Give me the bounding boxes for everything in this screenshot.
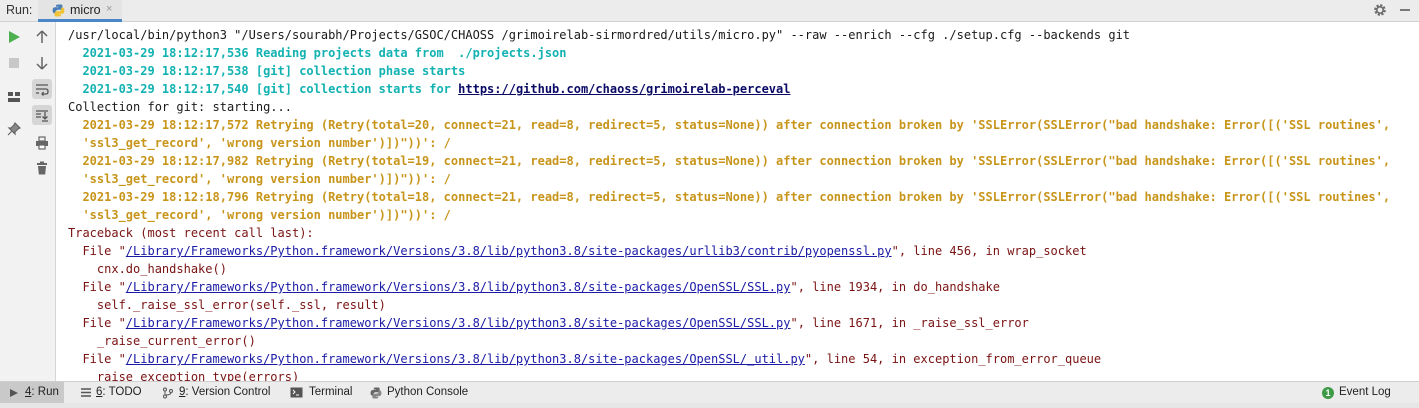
scroll-to-end-button[interactable] — [32, 105, 52, 125]
console-text: raise exception_type(errors) — [68, 370, 300, 381]
console-line: self._raise_ssl_error(self._ssl, result) — [68, 296, 386, 314]
tab-run-label: : Run — [31, 386, 59, 398]
event-log-button[interactable]: 1 Event Log — [1322, 382, 1391, 403]
console-text: File " — [68, 316, 126, 330]
tab-label: micro — [70, 3, 101, 17]
file-link[interactable]: /Library/Frameworks/Python.framework/Ver… — [126, 316, 791, 330]
console-text: cnx.do_handshake() — [68, 262, 227, 276]
console-line: File "/Library/Frameworks/Python.framewo… — [68, 350, 1101, 368]
console-line: 'ssl3_get_record', 'wrong version number… — [68, 134, 451, 152]
arrow-down-icon — [36, 57, 48, 70]
tab-run[interactable]: 4: Run — [0, 382, 64, 403]
list-icon — [81, 388, 91, 397]
console-text: 2021-03-29 18:12:17,982 Retrying (Retry(… — [68, 154, 1391, 168]
file-link[interactable]: https://github.com/chaoss/grimoirelab-pe… — [458, 82, 790, 96]
console-line: File "/Library/Frameworks/Python.framewo… — [68, 278, 1000, 296]
console-text: ", line 456, in wrap_socket — [891, 244, 1087, 258]
run-tool-window-header: Run: micro × — [0, 0, 1419, 22]
branch-icon — [163, 387, 173, 398]
console-text: Collection for git: starting... — [68, 100, 292, 114]
tab-terminal[interactable]: Terminal — [290, 382, 352, 403]
console-text: File " — [68, 280, 126, 294]
close-icon[interactable]: × — [106, 3, 112, 15]
clear-button[interactable] — [32, 158, 52, 178]
file-link[interactable]: /Library/Frameworks/Python.framework/Ver… — [126, 352, 805, 366]
status-bar — [0, 403, 1419, 408]
console-line: raise exception_type(errors) — [68, 368, 299, 381]
console-text: ", line 1934, in do_handshake — [790, 280, 1000, 294]
console-line: 2021-03-29 18:12:17,572 Retrying (Retry(… — [68, 116, 1390, 134]
tab-micro[interactable]: micro × — [38, 0, 122, 22]
console-line: /usr/local/bin/python3 "/Users/sourabh/P… — [68, 26, 1130, 44]
stop-icon — [9, 58, 19, 68]
console-text: 'ssl3_get_record', 'wrong version number… — [68, 172, 451, 186]
console-text: 2021-03-29 18:12:17,538 [git] collection… — [68, 64, 466, 78]
console-line: 'ssl3_get_record', 'wrong version number… — [68, 206, 451, 224]
python-console-icon — [370, 386, 382, 399]
pin-button[interactable] — [4, 119, 24, 139]
run-toolbar — [0, 22, 56, 381]
stop-button[interactable] — [4, 53, 24, 73]
python-icon — [52, 4, 65, 17]
console-text: Traceback (most recent call last): — [68, 226, 314, 240]
rerun-button[interactable] — [4, 27, 24, 47]
layout-button[interactable] — [4, 87, 24, 107]
console-line: cnx.do_handshake() — [68, 260, 227, 278]
event-log-badge: 1 — [1322, 386, 1334, 399]
tool-window-bar: 4: Run 6: TODO 9: Version Control Termin… — [0, 381, 1419, 403]
scroll-up-button[interactable] — [32, 27, 52, 47]
minimize-icon[interactable] — [1398, 2, 1412, 18]
soft-wrap-icon — [36, 84, 49, 96]
soft-wrap-button[interactable] — [32, 79, 52, 99]
print-button[interactable] — [32, 133, 52, 153]
console-line: Collection for git: starting... — [68, 98, 292, 116]
console-line: File "/Library/Frameworks/Python.framewo… — [68, 314, 1029, 332]
console-line: 2021-03-29 18:12:18,796 Retrying (Retry(… — [68, 188, 1390, 206]
console-text: File " — [68, 244, 126, 258]
tab-version-control[interactable]: 9: Version Control — [162, 382, 270, 403]
terminal-icon — [290, 387, 303, 398]
file-link[interactable]: /Library/Frameworks/Python.framework/Ver… — [126, 244, 892, 258]
console-text: 2021-03-29 18:12:17,540 [git] collection… — [68, 82, 459, 96]
console-text: ", line 1671, in _raise_ssl_error — [790, 316, 1029, 330]
console-text: _raise_current_error() — [68, 334, 256, 348]
console-text: self._raise_ssl_error(self._ssl, result) — [68, 298, 386, 312]
console-line: Traceback (most recent call last): — [68, 224, 314, 242]
console-output[interactable]: /usr/local/bin/python3 "/Users/sourabh/P… — [57, 23, 1419, 381]
gear-icon[interactable] — [1372, 2, 1388, 18]
console-text: File " — [68, 352, 126, 366]
console-line: File "/Library/Frameworks/Python.framewo… — [68, 242, 1087, 260]
console-text: 2021-03-29 18:12:18,796 Retrying (Retry(… — [68, 190, 1391, 204]
console-line: 2021-03-29 18:12:17,982 Retrying (Retry(… — [68, 152, 1390, 170]
scroll-to-end-icon — [36, 110, 48, 122]
console-text: /usr/local/bin/python3 "/Users/sourabh/P… — [68, 28, 1131, 42]
print-icon — [36, 136, 48, 150]
console-text: ", line 54, in exception_from_error_queu… — [804, 352, 1102, 366]
run-label: Run: — [6, 3, 33, 17]
tab-vc-label: : Version Control — [185, 386, 271, 398]
event-log-label: Event Log — [1339, 386, 1391, 398]
tab-todo-label: : TODO — [102, 386, 142, 398]
play-icon — [10, 388, 18, 397]
arrow-up-icon — [36, 30, 48, 43]
tab-terminal-label: Terminal — [309, 386, 353, 398]
scroll-down-button[interactable] — [32, 53, 52, 73]
tab-python-console[interactable]: Python Console — [370, 382, 468, 403]
trash-icon — [37, 161, 47, 175]
file-link[interactable]: /Library/Frameworks/Python.framework/Ver… — [126, 280, 791, 294]
play-icon — [9, 31, 20, 43]
console-line: 'ssl3_get_record', 'wrong version number… — [68, 170, 451, 188]
console-text: 'ssl3_get_record', 'wrong version number… — [68, 208, 451, 222]
console-text: 2021-03-29 18:12:17,536 Reading projects… — [68, 46, 567, 60]
console-line: 2021-03-29 18:12:17,536 Reading projects… — [68, 44, 567, 62]
console-text: 'ssl3_get_record', 'wrong version number… — [68, 136, 451, 150]
console-line: 2021-03-29 18:12:17,540 [git] collection… — [68, 80, 790, 98]
tab-todo[interactable]: 6: TODO — [80, 382, 142, 403]
tab-python-console-label: Python Console — [387, 386, 469, 398]
console-line: _raise_current_error() — [68, 332, 256, 350]
console-text: 2021-03-29 18:12:17,572 Retrying (Retry(… — [68, 118, 1391, 132]
console-line: 2021-03-29 18:12:17,538 [git] collection… — [68, 62, 465, 80]
layout-icon — [8, 92, 20, 102]
pin-icon — [7, 122, 21, 136]
